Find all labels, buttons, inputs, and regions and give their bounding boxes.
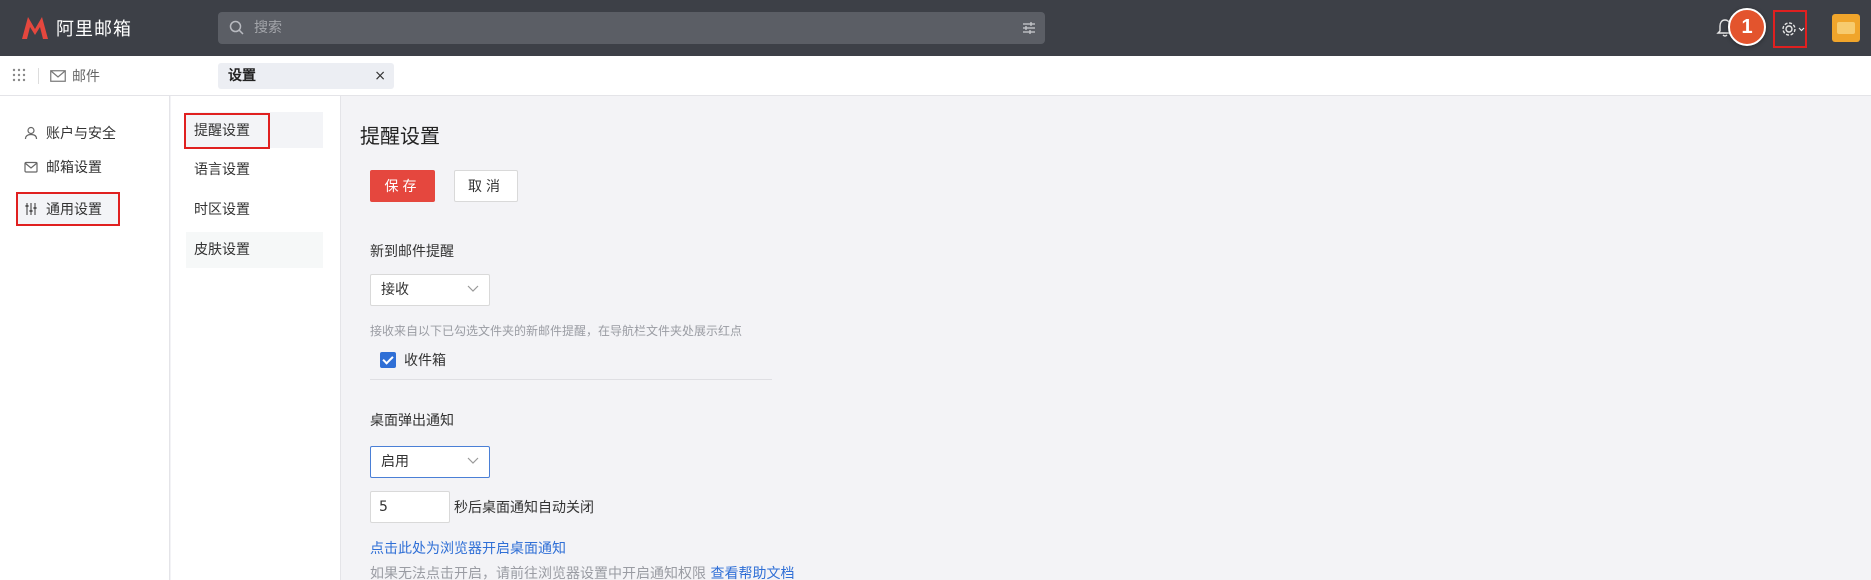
main-panel: 提醒设置 保存 取消 新到邮件提醒 接收 接收来自以下已勾选文件夹的新邮件提醒，… [342, 96, 1871, 580]
footnote: 如果无法点击开启，请前往浏览器设置中开启通知权限 查看帮助文档 [370, 563, 794, 580]
desktop-section-label: 桌面弹出通知 [370, 413, 454, 429]
settings-primary-nav: 账户与安全 邮箱设置 通用设置 [0, 96, 170, 580]
nav-item-mailbox-settings[interactable]: 邮箱设置 [16, 150, 120, 184]
inbox-checkbox-label: 收件箱 [404, 353, 446, 369]
annotation-badge-1: 1 [1728, 8, 1766, 46]
select-value: 启用 [381, 454, 409, 470]
top-bar: 阿里邮箱 [0, 0, 1871, 56]
inbox-checkbox-row[interactable]: 收件箱 [380, 350, 446, 370]
sliders-icon [25, 203, 37, 215]
tab-mail[interactable]: 邮件 [50, 66, 100, 86]
tab-mail-label: 邮件 [72, 69, 100, 85]
auto-close-suffix: 秒后桌面通知自动关闭 [454, 500, 594, 516]
nav-item-reminder-settings[interactable]: 提醒设置 [184, 113, 270, 149]
logo-m-icon [22, 17, 48, 39]
nav-item-label: 账户与安全 [46, 126, 116, 142]
mailbox-icon [24, 161, 38, 173]
desktop-notify-select[interactable]: 启用 [370, 446, 490, 478]
nav-item-skin-settings[interactable]: 皮肤设置 [186, 232, 323, 268]
nav-item-account-security[interactable]: 账户与安全 [16, 116, 120, 150]
nav-item-language-settings[interactable]: 语言设置 [186, 152, 323, 188]
page-title: 提醒设置 [360, 124, 440, 148]
app-logo[interactable]: 阿里邮箱 [20, 12, 132, 44]
save-button[interactable]: 保存 [370, 170, 435, 202]
nav-item-timezone-settings[interactable]: 时区设置 [186, 192, 323, 228]
tab-settings-label: 设置 [228, 68, 256, 84]
help-doc-link[interactable]: 查看帮助文档 [710, 566, 794, 580]
nav-item-label: 邮箱设置 [46, 160, 102, 176]
search-input[interactable] [254, 12, 994, 44]
avatar[interactable] [1832, 14, 1860, 42]
cancel-button[interactable]: 取消 [454, 170, 518, 202]
divider [38, 68, 39, 84]
section-divider [370, 379, 772, 380]
nav-item-label: 通用设置 [46, 202, 102, 218]
auto-close-seconds-input[interactable] [370, 491, 450, 523]
new-mail-select[interactable]: 接收 [370, 274, 490, 306]
tab-settings[interactable]: 设置 × [218, 63, 394, 89]
inbox-checkbox[interactable] [380, 352, 396, 368]
envelope-icon [50, 70, 66, 82]
new-mail-section-label: 新到邮件提醒 [370, 244, 454, 260]
tab-bar: 邮件 设置 × [0, 56, 1871, 96]
search-bar[interactable] [218, 12, 1045, 44]
user-icon [24, 126, 38, 140]
app-name: 阿里邮箱 [56, 19, 132, 40]
settings-secondary-nav: 提醒设置 语言设置 时区设置 皮肤设置 [171, 96, 341, 580]
apps-grid-icon[interactable] [12, 68, 26, 82]
new-mail-hint: 接收来自以下已勾选文件夹的新邮件提醒，在导航栏文件夹处展示红点 [370, 324, 743, 338]
settings-button[interactable] [1773, 10, 1807, 48]
search-icon [229, 20, 244, 35]
footnote-text: 如果无法点击开启，请前往浏览器设置中开启通知权限 [370, 566, 706, 580]
gear-icon [1782, 22, 1805, 36]
chevron-down-icon [467, 457, 479, 464]
enable-browser-notify-link[interactable]: 点击此处为浏览器开启桌面通知 [370, 538, 566, 558]
chevron-down-icon [467, 285, 479, 292]
select-value: 接收 [381, 282, 409, 298]
filter-icon[interactable] [1021, 20, 1037, 36]
close-icon[interactable]: × [374, 63, 386, 89]
nav-item-general-settings[interactable]: 通用设置 [16, 192, 120, 226]
